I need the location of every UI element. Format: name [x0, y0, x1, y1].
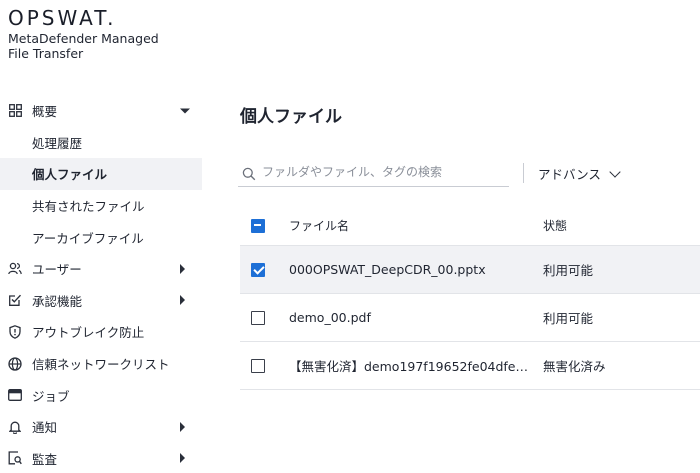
column-header-name[interactable]: ファイル名 — [289, 217, 529, 234]
sidebar-item-label: ユーザー — [32, 262, 82, 278]
sidebar-item-audit[interactable]: 監査 — [0, 443, 202, 473]
jobs-icon — [8, 388, 22, 402]
sidebar-item-archive-files[interactable]: アーカイブファイル — [0, 221, 202, 253]
file-status: 利用可能 — [543, 263, 594, 278]
table-row[interactable]: demo_00.pdf 利用可能 — [240, 294, 700, 342]
chevron-right-icon[interactable] — [180, 421, 185, 432]
page-title: 個人ファイル — [240, 107, 342, 127]
file-name[interactable]: 000OPSWAT_DeepCDR_00.pptx — [289, 262, 529, 277]
users-icon — [8, 262, 22, 276]
sidebar-item-label: ジョブ — [32, 388, 70, 404]
shield-icon — [8, 325, 22, 339]
search-box[interactable] — [238, 157, 509, 187]
row-checkbox[interactable] — [251, 310, 265, 325]
sidebar-item-label: アウトブレイク防止 — [32, 325, 145, 341]
sidebar-item-label: 信頼ネットワークリスト — [32, 357, 170, 373]
sidebar-item-notifications[interactable]: 通知 — [0, 411, 202, 443]
search-icon — [242, 166, 256, 181]
globe-icon — [8, 356, 22, 371]
toolbar-divider — [523, 163, 524, 183]
approval-icon — [8, 293, 22, 307]
advanced-filter-label: アドバンス — [538, 167, 601, 182]
opswat-logo: OPSWAT. — [8, 6, 117, 30]
sidebar-item-label: 監査 — [32, 451, 58, 467]
search-input[interactable] — [262, 161, 502, 183]
product-name: MetaDefender Managed File Transfer — [8, 31, 198, 61]
sidebar-nav: 概要 処理履歴 個人ファイル 共有されたファイル アーカイブファイル ユーザー — [0, 95, 202, 473]
sidebar-item-label: アーカイブファイル — [32, 230, 144, 246]
sidebar-item-users[interactable]: ユーザー — [0, 253, 202, 285]
sidebar-item-label: 概要 — [32, 104, 58, 120]
product-name-line2: File Transfer — [8, 46, 84, 61]
bell-icon — [8, 420, 22, 434]
column-header-status[interactable]: 状態 — [543, 217, 567, 234]
sidebar-item-trusted-network[interactable]: 信頼ネットワークリスト — [0, 348, 202, 380]
main-content: 個人ファイル アドバンス ファイル名 状態 000OPSWAT_DeepCDR_… — [202, 0, 700, 473]
sidebar-item-personal-files[interactable]: 個人ファイル — [0, 158, 202, 190]
file-table: ファイル名 状態 000OPSWAT_DeepCDR_00.pptx 利用可能 … — [240, 206, 700, 390]
row-checkbox[interactable] — [251, 358, 265, 373]
sidebar-item-label: 通知 — [32, 420, 58, 436]
sidebar-item-label: 承認機能 — [32, 293, 83, 309]
sidebar-item-overview[interactable]: 概要 — [0, 95, 202, 127]
file-name[interactable]: 【無害化済】demo197f19652fe04dfea9f... — [289, 356, 529, 375]
table-row[interactable]: 000OPSWAT_DeepCDR_00.pptx 利用可能 — [240, 246, 700, 294]
file-name[interactable]: demo_00.pdf — [289, 310, 529, 325]
chevron-right-icon[interactable] — [180, 263, 185, 274]
file-status: 利用可能 — [543, 311, 594, 326]
sidebar-item-approval[interactable]: 承認機能 — [0, 285, 202, 317]
sidebar: OPSWAT. MetaDefender Managed File Transf… — [0, 0, 202, 473]
table-row[interactable]: 【無害化済】demo197f19652fe04dfea9f... 無害化済み — [240, 342, 700, 390]
sidebar-item-outbreak-prevention[interactable]: アウトブレイク防止 — [0, 316, 202, 348]
sidebar-item-label: 個人ファイル — [32, 167, 108, 183]
sidebar-item-label: 共有されたファイル — [32, 199, 145, 215]
row-checkbox[interactable] — [251, 262, 265, 277]
chevron-right-icon[interactable] — [180, 453, 185, 464]
sidebar-item-label: 処理履歴 — [32, 135, 83, 151]
chevron-down-icon — [609, 165, 621, 178]
grid-icon — [8, 104, 22, 118]
product-name-line1: MetaDefender Managed — [8, 31, 159, 46]
table-header-row: ファイル名 状態 — [240, 206, 700, 246]
audit-icon — [8, 451, 22, 465]
select-all-checkbox[interactable] — [251, 218, 265, 233]
sidebar-item-shared-files[interactable]: 共有されたファイル — [0, 190, 202, 222]
chevron-down-icon[interactable] — [180, 108, 190, 114]
sidebar-item-history[interactable]: 処理履歴 — [0, 127, 202, 159]
chevron-right-icon[interactable] — [180, 295, 185, 306]
sidebar-item-jobs[interactable]: ジョブ — [0, 379, 202, 411]
advanced-filter-button[interactable]: アドバンス — [538, 164, 621, 183]
file-status: 無害化済み — [543, 359, 606, 374]
